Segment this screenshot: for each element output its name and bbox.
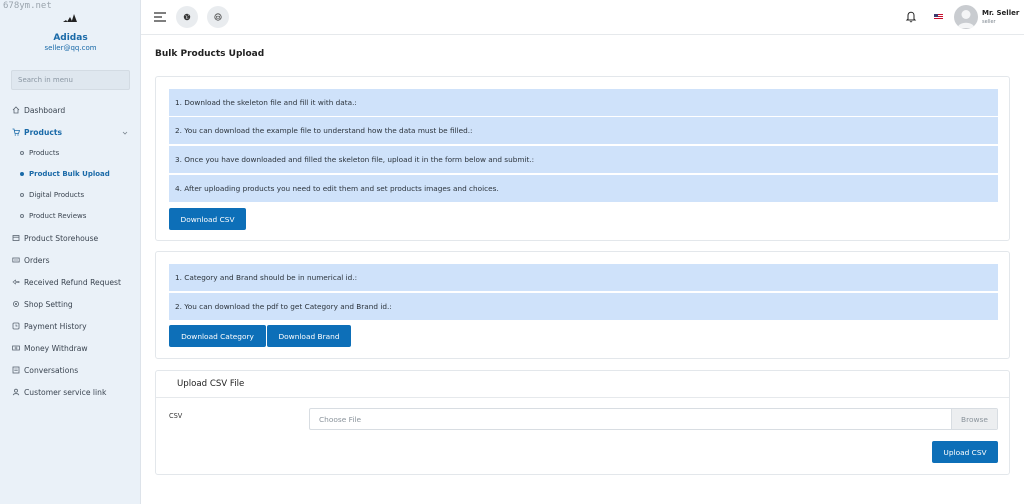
- instruction-line: 1. Download the skeleton file and fill i…: [169, 89, 998, 116]
- sidebar-item-label: Product Storehouse: [24, 233, 99, 243]
- user-role: seller: [982, 19, 996, 25]
- history-icon: [12, 322, 20, 330]
- sidebar-subitem-label: Product Reviews: [29, 212, 87, 220]
- globe-button[interactable]: [176, 6, 198, 28]
- bullet-icon: [20, 172, 24, 176]
- bullet-icon: [20, 214, 24, 218]
- id-notes-card: 1. Category and Brand should be in numer…: [155, 251, 1010, 359]
- sidebar-item-customer-service[interactable]: Customer service link: [12, 385, 106, 399]
- avatar[interactable]: [954, 5, 978, 29]
- globe-icon: [183, 13, 191, 21]
- adidas-logo-icon[interactable]: [62, 10, 78, 24]
- hamburger-menu-icon[interactable]: [153, 10, 167, 24]
- cart-icon: [12, 128, 20, 136]
- instruction-line: 4. After uploading products you need to …: [169, 175, 998, 202]
- us-flag-icon[interactable]: [934, 14, 943, 20]
- page-title: Bulk Products Upload: [155, 49, 265, 59]
- download-brand-button[interactable]: Download Brand: [267, 325, 351, 347]
- upload-csv-card: Upload CSV File CSV Choose File Browse U…: [155, 370, 1010, 475]
- sidebar-subitem-products[interactable]: Products: [20, 147, 59, 159]
- sidebar-subitem-digital-products[interactable]: Digital Products: [20, 189, 84, 201]
- sidebar-item-payment-history[interactable]: Payment History: [12, 319, 87, 333]
- file-input-placeholder: Choose File: [319, 414, 362, 424]
- sidebar-item-orders[interactable]: Orders: [12, 253, 50, 267]
- divider: [156, 397, 1009, 398]
- bullet-icon: [20, 193, 24, 197]
- sidebar: Adidas seller@qq.com Dashboard Products …: [0, 0, 141, 504]
- chat-icon: [12, 366, 20, 374]
- sidebar-item-label: Shop Setting: [24, 299, 73, 309]
- home-icon: [12, 106, 20, 114]
- user-icon: [12, 388, 20, 396]
- gear-icon: [12, 300, 20, 308]
- chevron-down-icon[interactable]: [121, 129, 129, 137]
- upload-card-title: Upload CSV File: [177, 379, 245, 389]
- upload-csv-button[interactable]: Upload CSV: [932, 441, 998, 463]
- sidebar-item-conversations[interactable]: Conversations: [12, 363, 78, 377]
- bullet-icon: [20, 151, 24, 155]
- sidebar-item-label: Dashboard: [24, 105, 66, 115]
- sidebar-item-label: Received Refund Request: [24, 277, 121, 287]
- menu-search-input[interactable]: [11, 70, 130, 90]
- orders-icon: [12, 256, 20, 264]
- sidebar-item-label: Customer service link: [24, 387, 107, 397]
- sidebar-item-label: Money Withdraw: [24, 343, 88, 353]
- user-avatar-icon: [957, 10, 975, 28]
- sidebar-item-shop-setting[interactable]: Shop Setting: [12, 297, 73, 311]
- refund-icon: [12, 278, 20, 286]
- user-name[interactable]: Mr. Seller: [982, 9, 1019, 17]
- csv-file-input[interactable]: Choose File Browse: [309, 408, 998, 430]
- print-button[interactable]: [207, 6, 229, 28]
- sidebar-item-money-withdraw[interactable]: Money Withdraw: [12, 341, 88, 355]
- sidebar-item-label: Conversations: [24, 365, 79, 375]
- print-icon: [214, 13, 222, 21]
- sidebar-item-label: Payment History: [24, 321, 87, 331]
- sidebar-item-dashboard[interactable]: Dashboard: [12, 103, 65, 117]
- instructions-card: 1. Download the skeleton file and fill i…: [155, 76, 1010, 241]
- money-icon: [12, 344, 20, 352]
- brand-email: seller@qq.com: [44, 44, 97, 52]
- storehouse-icon: [12, 234, 20, 242]
- note-line: 1. Category and Brand should be in numer…: [169, 264, 998, 291]
- note-line: 2. You can download the pdf to get Categ…: [169, 293, 998, 320]
- sidebar-item-product-storehouse[interactable]: Product Storehouse: [12, 231, 98, 245]
- instruction-line: 2. You can download the example file to …: [169, 117, 998, 144]
- download-csv-button[interactable]: Download CSV: [169, 208, 246, 230]
- watermark: 678ym.net: [3, 1, 52, 11]
- top-header: Mr. Seller seller: [141, 0, 1024, 35]
- notification-bell-icon[interactable]: [905, 10, 917, 23]
- sidebar-item-label: Products: [24, 127, 63, 137]
- sidebar-subitem-label: Product Bulk Upload: [29, 170, 110, 178]
- csv-field-label: CSV: [169, 412, 183, 420]
- browse-button[interactable]: Browse: [951, 409, 997, 429]
- sidebar-subitem-bulk-upload[interactable]: Product Bulk Upload: [20, 168, 110, 180]
- sidebar-item-refund[interactable]: Received Refund Request: [12, 275, 121, 289]
- sidebar-subitem-label: Products: [29, 149, 60, 157]
- download-category-button[interactable]: Download Category: [169, 325, 266, 347]
- sidebar-item-products[interactable]: Products: [12, 125, 62, 139]
- instruction-line: 3. Once you have downloaded and filled t…: [169, 146, 998, 173]
- sidebar-subitem-product-reviews[interactable]: Product Reviews: [20, 210, 86, 222]
- sidebar-item-label: Orders: [24, 255, 50, 265]
- sidebar-subitem-label: Digital Products: [29, 191, 85, 199]
- brand-name: Adidas: [53, 33, 88, 43]
